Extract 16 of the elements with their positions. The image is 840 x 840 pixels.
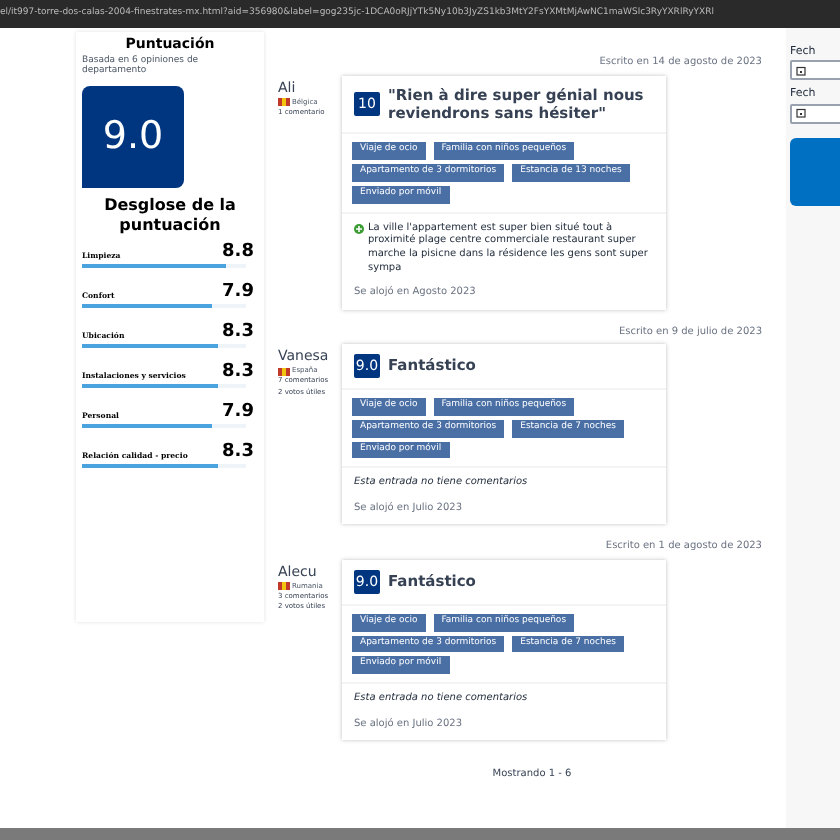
plus-icon — [354, 223, 364, 233]
overall-score: 9.0 — [82, 85, 184, 188]
category-score: 8.3 — [222, 363, 254, 382]
category-score: 8.3 — [222, 323, 254, 342]
flag-icon — [278, 582, 290, 591]
category-score: 8.8 — [222, 243, 254, 262]
calendar-icon — [796, 108, 806, 118]
category-score: 8.3 — [222, 443, 254, 462]
breakdown-title: Desglose de la puntuación — [102, 195, 238, 236]
date-field[interactable] — [790, 60, 840, 81]
category-score: 7.9 — [222, 283, 254, 302]
flag-icon — [278, 367, 290, 376]
date-field[interactable] — [790, 103, 840, 123]
flag-icon — [278, 98, 290, 107]
calendar-icon — [796, 65, 806, 76]
category-score: 7.9 — [222, 403, 254, 422]
